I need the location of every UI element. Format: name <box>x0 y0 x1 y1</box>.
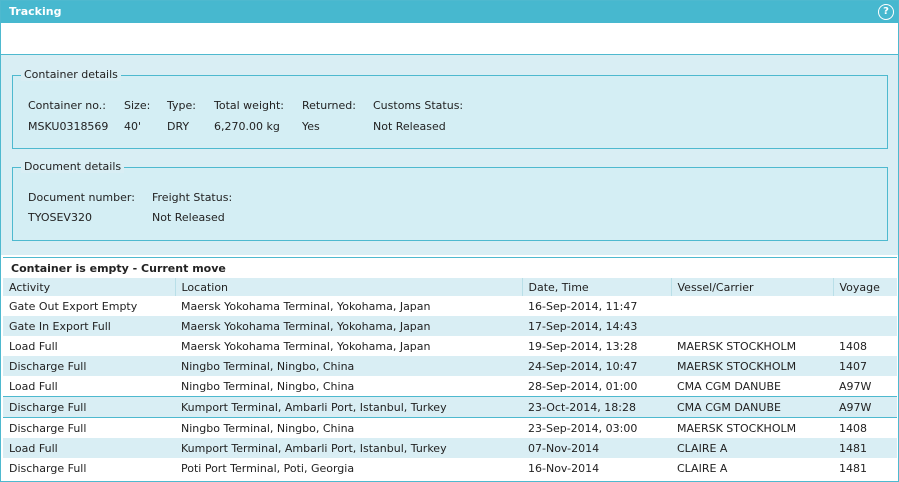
voyage-cell: 1481 <box>839 461 867 475</box>
date-time-cell: 24-Sep-2014, 10:47 <box>522 356 671 376</box>
location-cell: Ningbo Terminal, Ningbo, China <box>181 379 355 393</box>
location-cell: Maersk Yokohama Terminal, Yokohama, Japa… <box>181 339 431 353</box>
voyage-cell: A97W <box>833 396 897 418</box>
document-number-value: TYOSEV320 <box>28 211 92 224</box>
moves-heading-text: Container is empty - Current move <box>11 262 226 275</box>
date-time-cell: 23-Sep-2014, 03:00 <box>528 421 638 435</box>
location-cell: Ningbo Terminal, Ningbo, China <box>181 421 355 435</box>
column-header-voyage[interactable]: Voyage <box>833 278 897 296</box>
type-value: DRY <box>167 120 190 133</box>
voyage-cell <box>833 316 897 336</box>
total-weight-label: Total weight: <box>214 99 284 112</box>
table-row[interactable]: Gate In Export Full Maersk Yokohama Term… <box>3 316 897 336</box>
type-label: Type: <box>167 99 196 112</box>
date-time-cell: 16-Sep-2014, 11:47 <box>528 299 638 313</box>
customs-status-label: Customs Status: <box>373 99 464 112</box>
column-header-activity[interactable]: Activity <box>3 278 176 296</box>
activity-cell: Gate Out Export Empty <box>9 299 138 313</box>
document-details-fieldset: Document details Document number: Freigh… <box>12 160 888 241</box>
date-time-cell: 28-Sep-2014, 01:00 <box>528 379 638 393</box>
activity-cell: Discharge Full <box>3 356 175 376</box>
container-details-legend: Container details <box>21 68 121 81</box>
column-header-location[interactable]: Location <box>175 278 523 296</box>
vessel-cell <box>671 296 833 316</box>
table-header-row: Activity Location Date, Time Vessel/Carr… <box>3 278 897 296</box>
voyage-cell <box>833 296 897 316</box>
activity-cell: Gate In Export Full <box>3 316 175 336</box>
location-cell: Kumport Terminal, Ambarli Port, Istanbul… <box>175 396 522 418</box>
container-details-fieldset: Container details Container no.: Size: T… <box>12 68 888 149</box>
vessel-cell: CLAIRE A <box>677 461 728 475</box>
table-row[interactable]: Load Full Ningbo Terminal, Ningbo, China… <box>3 376 897 397</box>
vessel-cell: CMA CGM DANUBE <box>677 379 781 393</box>
location-cell: Maersk Yokohama Terminal, Yokohama, Japa… <box>181 299 431 313</box>
size-label: Size: <box>124 99 151 112</box>
voyage-cell: 1407 <box>833 356 897 376</box>
activity-cell: Load Full <box>9 339 58 353</box>
help-icon[interactable]: ? <box>878 4 894 20</box>
location-cell: Maersk Yokohama Terminal, Yokohama, Japa… <box>175 316 522 336</box>
table-row[interactable]: Load Full Kumport Terminal, Ambarli Port… <box>3 438 897 458</box>
activity-cell: Discharge Full <box>3 396 175 418</box>
location-cell: Poti Port Terminal, Poti, Georgia <box>181 461 355 475</box>
vessel-cell: CLAIRE A <box>671 438 833 458</box>
activity-cell: Load Full <box>9 379 58 393</box>
vessel-cell <box>671 316 833 336</box>
document-details-legend: Document details <box>21 160 125 173</box>
tracking-panel: Tracking ? Container details Container n… <box>0 0 899 482</box>
moves-heading: Container is empty - Current move <box>3 257 897 278</box>
container-no-value: MSKU0318569 <box>28 120 109 133</box>
size-value: 40' <box>124 120 142 133</box>
column-header-date-time[interactable]: Date, Time <box>522 278 672 296</box>
returned-label: Returned: <box>302 99 356 112</box>
date-time-cell: 16-Nov-2014 <box>528 461 600 475</box>
date-time-cell: 19-Sep-2014, 13:28 <box>528 339 638 353</box>
total-weight-value: 6,270.00 kg <box>214 120 280 133</box>
voyage-cell: A97W <box>839 379 872 393</box>
location-cell: Ningbo Terminal, Ningbo, China <box>175 356 522 376</box>
date-time-cell: 17-Sep-2014, 14:43 <box>522 316 671 336</box>
location-cell: Kumport Terminal, Ambarli Port, Istanbul… <box>175 438 522 458</box>
freight-status-label: Freight Status: <box>152 191 233 204</box>
table-row[interactable]: Discharge Full Ningbo Terminal, Ningbo, … <box>3 356 897 376</box>
activity-cell: Discharge Full <box>9 421 87 435</box>
panel-title: Tracking <box>9 5 62 18</box>
table-row[interactable]: Gate Out Export Empty Maersk Yokohama Te… <box>3 296 897 316</box>
vessel-cell: MAERSK STOCKHOLM <box>677 339 797 353</box>
table-row[interactable]: Discharge Full Ningbo Terminal, Ningbo, … <box>3 418 897 439</box>
vessel-cell: MAERSK STOCKHOLM <box>677 421 797 435</box>
title-bar: Tracking ? <box>1 1 898 23</box>
date-time-cell: 23-Oct-2014, 18:28 <box>522 396 671 418</box>
customs-status-value: Not Released <box>373 120 446 133</box>
returned-value: Yes <box>302 120 320 133</box>
voyage-cell: 1481 <box>833 438 897 458</box>
vessel-cell: MAERSK STOCKHOLM <box>671 356 833 376</box>
container-no-label: Container no.: <box>28 99 106 112</box>
voyage-cell: 1408 <box>839 421 867 435</box>
table-row[interactable]: Discharge Full Poti Port Terminal, Poti,… <box>3 458 897 478</box>
moves-table: Activity Location Date, Time Vessel/Carr… <box>3 278 897 478</box>
voyage-cell: 1408 <box>839 339 867 353</box>
activity-cell: Discharge Full <box>9 461 87 475</box>
freight-status-value: Not Released <box>152 211 225 224</box>
table-row-current-move[interactable]: Discharge Full Kumport Terminal, Ambarli… <box>3 396 897 418</box>
vessel-cell: CMA CGM DANUBE <box>671 396 833 418</box>
table-row[interactable]: Load Full Maersk Yokohama Terminal, Yoko… <box>3 336 897 356</box>
date-time-cell: 07-Nov-2014 <box>522 438 671 458</box>
column-header-vessel-carrier[interactable]: Vessel/Carrier <box>671 278 834 296</box>
details-area: Container details Container no.: Size: T… <box>1 55 898 255</box>
activity-cell: Load Full <box>3 438 175 458</box>
document-number-label: Document number: <box>28 191 135 204</box>
